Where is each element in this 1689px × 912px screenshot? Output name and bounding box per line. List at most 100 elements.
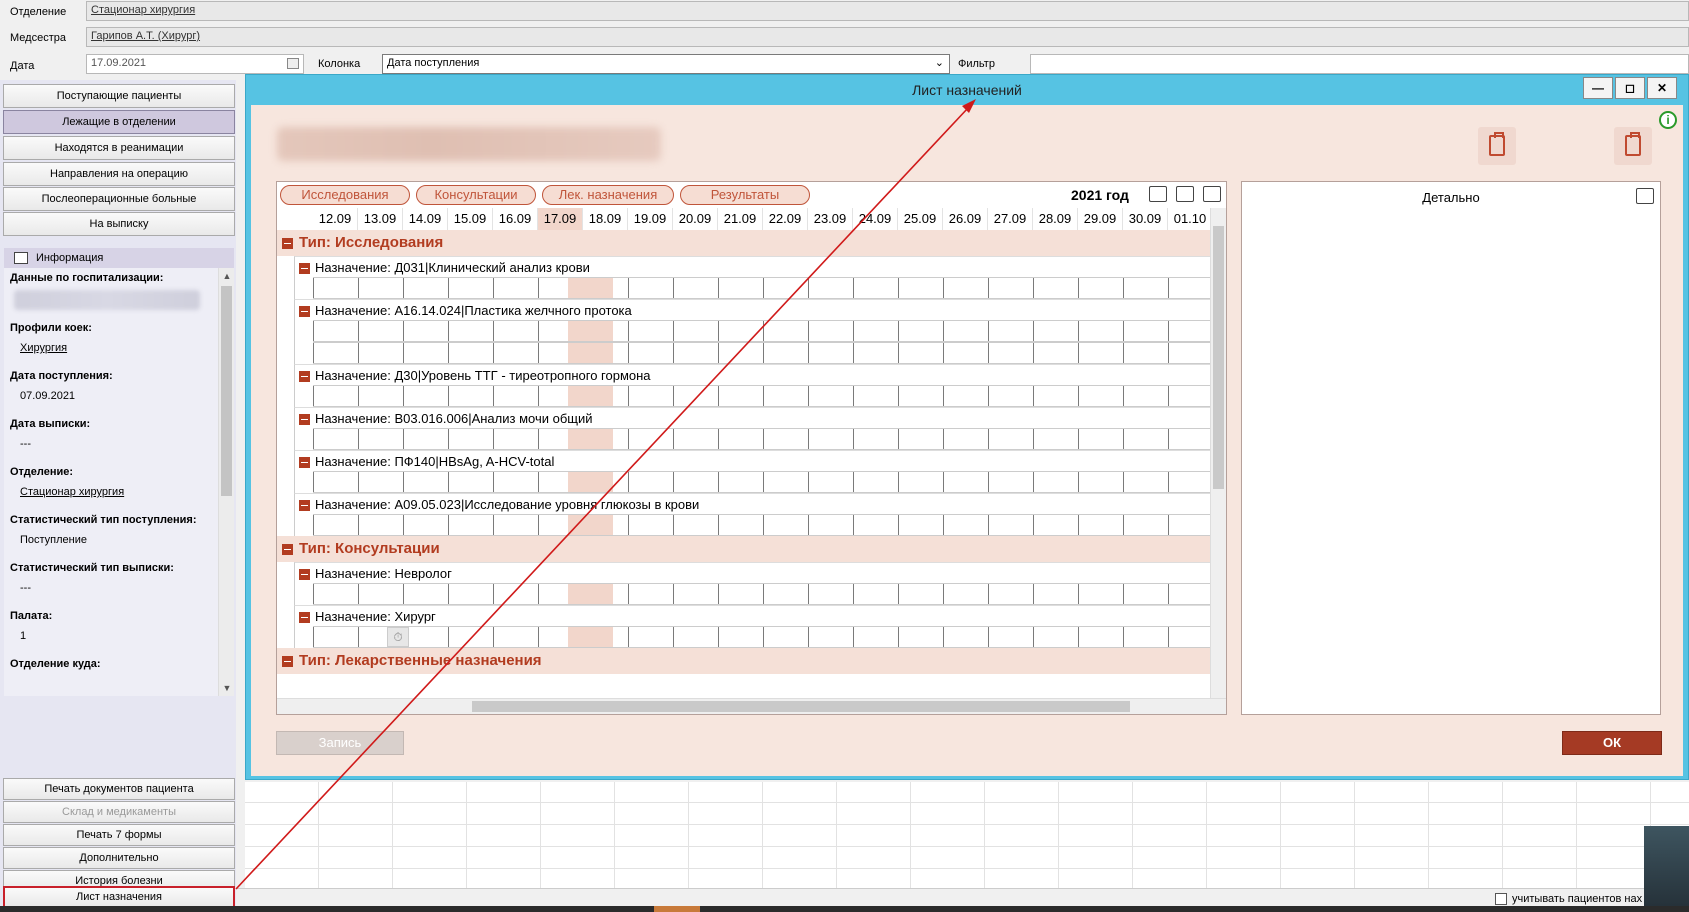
schedule-cell-row[interactable] <box>313 583 1212 605</box>
nav-print-form7[interactable]: Печать 7 формы <box>3 824 235 846</box>
copy-icon[interactable] <box>1149 186 1167 202</box>
save-button[interactable]: Запись <box>276 731 404 755</box>
schedule-cell-row[interactable] <box>313 514 1212 536</box>
nav-incoming-patients[interactable]: Поступающие пациенты <box>3 84 235 108</box>
nav-warehouse[interactable]: Склад и медикаменты <box>3 801 235 823</box>
dialog-title: Лист назначений <box>912 82 1022 98</box>
date-input[interactable]: 17.09.2021 <box>86 54 304 74</box>
date-column-header[interactable]: 22.09 <box>763 208 808 230</box>
schedule-cell-row[interactable] <box>313 277 1212 299</box>
scroll-thumb[interactable] <box>221 286 232 496</box>
schedule-cell-row[interactable] <box>313 320 1212 342</box>
calendar-icon[interactable] <box>287 58 299 69</box>
date-column-header[interactable]: 25.09 <box>898 208 943 230</box>
date-column-header[interactable]: 16.09 <box>493 208 538 230</box>
date-column-header[interactable]: 13.09 <box>358 208 403 230</box>
grid-vscroll[interactable] <box>1210 208 1226 698</box>
collapse-icon[interactable] <box>282 544 293 555</box>
row-gutter <box>294 385 313 407</box>
column-select[interactable]: Дата поступления ⌄ <box>382 54 950 74</box>
collapse-icon[interactable] <box>299 457 310 468</box>
ok-button[interactable]: ОК <box>1562 731 1662 755</box>
type-group-header[interactable]: Тип: Лекарственные назначения <box>277 648 1212 674</box>
collapse-icon[interactable] <box>282 238 293 249</box>
schedule-cell-row[interactable] <box>313 428 1212 450</box>
date-column-header[interactable]: 30.09 <box>1123 208 1168 230</box>
nav-discharge[interactable]: На выписку <box>3 212 235 236</box>
print-icon[interactable] <box>1636 188 1654 204</box>
collapse-icon[interactable] <box>299 414 310 425</box>
assignment-row[interactable]: Назначение: Д30|Уровень ТТГ - тиреотропн… <box>294 364 1212 386</box>
date-column-header[interactable]: 18.09 <box>583 208 628 230</box>
add-icon[interactable] <box>1176 186 1194 202</box>
date-column-header[interactable]: 12.09 <box>313 208 358 230</box>
assignment-row[interactable]: Назначение: В03.016.006|Анализ мочи общи… <box>294 407 1212 429</box>
nav-in-department[interactable]: Лежащие в отделении <box>3 110 235 134</box>
clipboard-check-icon[interactable] <box>1478 127 1516 165</box>
filter-input[interactable] <box>1030 54 1689 74</box>
date-column-header[interactable]: 21.09 <box>718 208 763 230</box>
info-header[interactable]: Информация <box>4 248 234 268</box>
collapse-icon[interactable] <box>299 306 310 317</box>
date-column-header[interactable]: 29.09 <box>1078 208 1123 230</box>
tab-consultations[interactable]: Консультации <box>416 185 536 205</box>
date-column-header[interactable]: 19.09 <box>628 208 673 230</box>
grid-hscroll[interactable] <box>277 698 1226 714</box>
schedule-cell-row[interactable] <box>313 342 1212 364</box>
schedule-cell-row[interactable] <box>313 385 1212 407</box>
schedule-cell-row[interactable] <box>313 626 1212 648</box>
print-icon[interactable] <box>1203 186 1221 202</box>
scroll-up-icon[interactable]: ▲ <box>219 268 234 284</box>
nav-prescription-sheet[interactable]: Лист назначения <box>3 886 235 908</box>
date-column-header[interactable]: 23.09 <box>808 208 853 230</box>
assignment-row[interactable]: Назначение: Хирург <box>294 605 1212 627</box>
scroll-thumb[interactable] <box>472 701 1130 712</box>
tab-drug-prescriptions[interactable]: Лек. назначения <box>542 185 674 205</box>
assignment-row[interactable]: Назначение: Д031|Клинический анализ кров… <box>294 256 1212 278</box>
date-column-header[interactable]: 27.09 <box>988 208 1033 230</box>
info-icon[interactable]: i <box>1659 111 1677 129</box>
assignment-row[interactable]: Назначение: ПФ140|HBsAg, A-HCV-total <box>294 450 1212 472</box>
schedule-cell-row[interactable] <box>313 471 1212 493</box>
info-key: Дата выписки: <box>10 418 91 430</box>
date-column-header[interactable]: 28.09 <box>1033 208 1078 230</box>
collapse-icon[interactable] <box>299 569 310 580</box>
collapse-icon[interactable] <box>299 500 310 511</box>
collapse-icon[interactable] <box>282 656 293 667</box>
tab-research[interactable]: Исследования <box>280 185 410 205</box>
info-value-link[interactable]: Стационар хирургия <box>20 486 124 498</box>
collapse-icon[interactable] <box>299 263 310 274</box>
close-button[interactable]: ✕ <box>1647 77 1677 99</box>
tab-results[interactable]: Результаты <box>680 185 810 205</box>
collapse-icon[interactable] <box>299 371 310 382</box>
maximize-button[interactable]: ◻ <box>1615 77 1645 99</box>
assignment-row[interactable]: Назначение: А16.14.024|Пластика желчного… <box>294 299 1212 321</box>
date-column-header[interactable]: 26.09 <box>943 208 988 230</box>
clipboard-list-icon[interactable] <box>1614 127 1652 165</box>
info-value: 07.09.2021 <box>20 390 76 402</box>
assignment-row[interactable]: Назначение: А09.05.023|Исследование уров… <box>294 493 1212 515</box>
date-column-header[interactable]: 14.09 <box>403 208 448 230</box>
nav-postop-patients[interactable]: Послеоперационные больные <box>3 187 235 211</box>
scroll-thumb[interactable] <box>1213 226 1224 489</box>
date-column-header[interactable]: 17.09 <box>538 208 583 230</box>
info-scrollbar[interactable]: ▲ ▼ <box>218 268 234 696</box>
nav-operation-referrals[interactable]: Направления на операцию <box>3 162 235 186</box>
date-column-header[interactable]: 20.09 <box>673 208 718 230</box>
info-value-link[interactable]: Хирургия <box>20 342 67 354</box>
date-column-header[interactable]: 24.09 <box>853 208 898 230</box>
assignment-rows: Тип: Исследования Назначение: Д031|Клинич… <box>277 230 1212 698</box>
scroll-down-icon[interactable]: ▼ <box>219 680 234 696</box>
nav-print-documents[interactable]: Печать документов пациента <box>3 778 235 800</box>
nav-additional[interactable]: Дополнительно <box>3 847 235 869</box>
nav-reanimation[interactable]: Находятся в реанимации <box>3 136 235 160</box>
type-group-header[interactable]: Тип: Исследования <box>277 230 1212 256</box>
type-group-header[interactable]: Тип: Консультации <box>277 536 1212 562</box>
date-column-header[interactable]: 01.10 <box>1168 208 1213 230</box>
consider-patients-checkbox[interactable] <box>1495 893 1507 905</box>
assignment-row[interactable]: Назначение: Невролог <box>294 562 1212 584</box>
clock-icon[interactable]: ⏱ <box>387 627 409 647</box>
minimize-button[interactable]: — <box>1583 77 1613 99</box>
date-column-header[interactable]: 15.09 <box>448 208 493 230</box>
collapse-icon[interactable] <box>299 612 310 623</box>
